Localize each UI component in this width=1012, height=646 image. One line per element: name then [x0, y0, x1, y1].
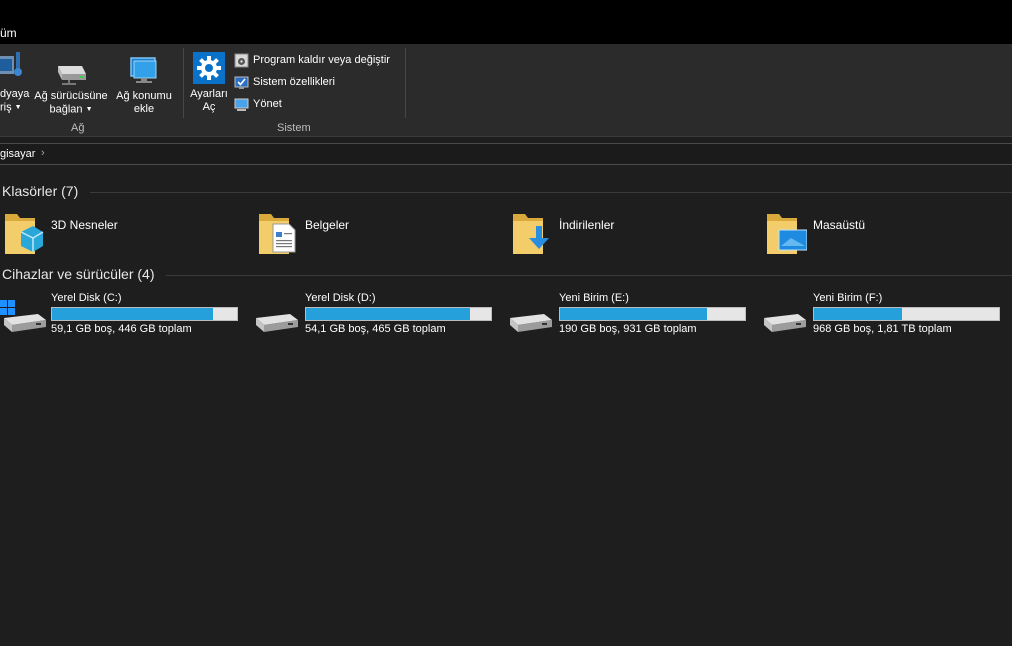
system-properties-item[interactable]: Sistem özellikleri	[234, 73, 335, 91]
tab-view[interactable]: üm	[0, 26, 17, 40]
uninstall-program-item[interactable]: Program kaldır veya değiştir	[234, 51, 390, 69]
documents-folder-icon	[259, 214, 296, 254]
network-location-icon	[130, 57, 157, 83]
computer-manage-icon	[234, 98, 249, 111]
chevron-down-icon: ▼	[14, 104, 22, 111]
map-network-drive-button[interactable]: Ağ sürücüsüne bağlan ▼	[30, 56, 112, 116]
folder-name: Masaüstü	[813, 218, 866, 232]
settings-label-2: Aç	[202, 101, 216, 113]
drive-usage-bar	[813, 307, 1000, 321]
address-bar[interactable]: gisayar ›	[0, 143, 1012, 165]
access-media-label-1: dyaya	[0, 88, 30, 100]
drive-size-text: 54,1 GB boş, 465 GB toplam	[305, 323, 446, 335]
map-drive-label-2: bağlan ▼	[49, 103, 93, 116]
content-pane: Klasörler (7) 3D Nesneler Belgeler İndir…	[0, 172, 1012, 646]
drive-size-text: 968 GB boş, 1,81 TB toplam	[813, 323, 952, 335]
hard-drive-icon	[764, 314, 806, 332]
drive-usage-bar	[305, 307, 492, 321]
breadcrumb-this-pc[interactable]: gisayar	[0, 148, 35, 160]
folder-item-desktop[interactable]: Masaüstü	[767, 212, 967, 256]
folders-section-header[interactable]: Klasörler (7)	[2, 183, 78, 199]
group-separator	[183, 48, 184, 118]
folder-item-downloads[interactable]: İndirilenler	[513, 212, 713, 256]
system-properties-label: Sistem özellikleri	[253, 76, 335, 88]
3d-objects-folder-icon	[5, 214, 44, 254]
access-media-label-2: riş ▼	[0, 101, 22, 114]
system-group-label: Sistem	[277, 122, 311, 134]
drive-usage-fill	[52, 308, 213, 320]
network-drive-icon	[58, 66, 86, 85]
drives-section-header[interactable]: Cihazlar ve sürücüler (4)	[2, 266, 155, 282]
section-divider	[90, 192, 1012, 193]
section-divider	[166, 275, 1012, 276]
folder-item-3d-objects[interactable]: 3D Nesneler	[5, 212, 205, 256]
drive-size-text: 59,1 GB boş, 446 GB toplam	[51, 323, 192, 335]
hard-drive-icon	[510, 314, 552, 332]
folder-name: İndirilenler	[559, 218, 615, 232]
access-media-button[interactable]: dyaya riş ▼	[0, 50, 30, 113]
drive-name: Yeni Birim (E:)	[559, 292, 629, 304]
folder-item-documents[interactable]: Belgeler	[259, 212, 459, 256]
uninstall-icon	[234, 53, 249, 67]
add-location-label-1: Ağ konumu	[116, 90, 172, 102]
folder-name: Belgeler	[305, 218, 350, 232]
downloads-folder-icon	[513, 214, 549, 254]
settings-label-1: Ayarları	[190, 88, 228, 100]
add-location-label-2: ekle	[133, 103, 155, 115]
system-properties-icon	[234, 76, 249, 89]
drive-usage-fill	[814, 308, 903, 320]
open-settings-button[interactable]: Ayarları Aç	[186, 52, 232, 114]
settings-gear-icon	[193, 52, 225, 84]
network-group-label: Ağ	[71, 122, 85, 134]
manage-label: Yönet	[253, 98, 282, 110]
drive-usage-fill	[306, 308, 470, 320]
manage-item[interactable]: Yönet	[234, 95, 282, 113]
windows-drive-icon	[0, 300, 46, 332]
folder-name: 3D Nesneler	[51, 218, 118, 232]
group-separator	[405, 48, 406, 118]
drive-size-text: 190 GB boş, 931 GB toplam	[559, 323, 697, 335]
drive-usage-fill	[560, 308, 708, 320]
uninstall-label: Program kaldır veya değiştir	[253, 54, 390, 66]
drive-name: Yerel Disk (C:)	[51, 292, 122, 304]
drive-item-f[interactable]: Yeni Birim (F:) 968 GB boş, 1,81 TB topl…	[762, 292, 1002, 338]
drive-usage-bar	[559, 307, 746, 321]
drive-item-e[interactable]: Yeni Birim (E:) 190 GB boş, 931 GB topla…	[508, 292, 748, 338]
map-drive-label-1: Ağ sürücüsüne	[34, 90, 108, 102]
drive-item-c[interactable]: Yerel Disk (C:) 59,1 GB boş, 446 GB topl…	[0, 292, 240, 338]
menu-bar: üm	[0, 0, 1012, 44]
ribbon: dyaya riş ▼ Ağ sürücüsüne bağlan ▼ Ağ ko…	[0, 44, 1012, 137]
hard-drive-icon	[256, 314, 298, 332]
add-network-location-button[interactable]: Ağ konumu ekle	[112, 54, 176, 116]
chevron-right-icon[interactable]: ›	[41, 147, 45, 159]
chevron-down-icon: ▼	[85, 106, 93, 113]
media-server-icon	[0, 52, 22, 76]
drive-usage-bar	[51, 307, 238, 321]
desktop-folder-icon	[767, 214, 807, 254]
drive-item-d[interactable]: Yerel Disk (D:) 54,1 GB boş, 465 GB topl…	[254, 292, 494, 338]
drive-name: Yeni Birim (F:)	[813, 292, 883, 304]
drive-name: Yerel Disk (D:)	[305, 292, 376, 304]
